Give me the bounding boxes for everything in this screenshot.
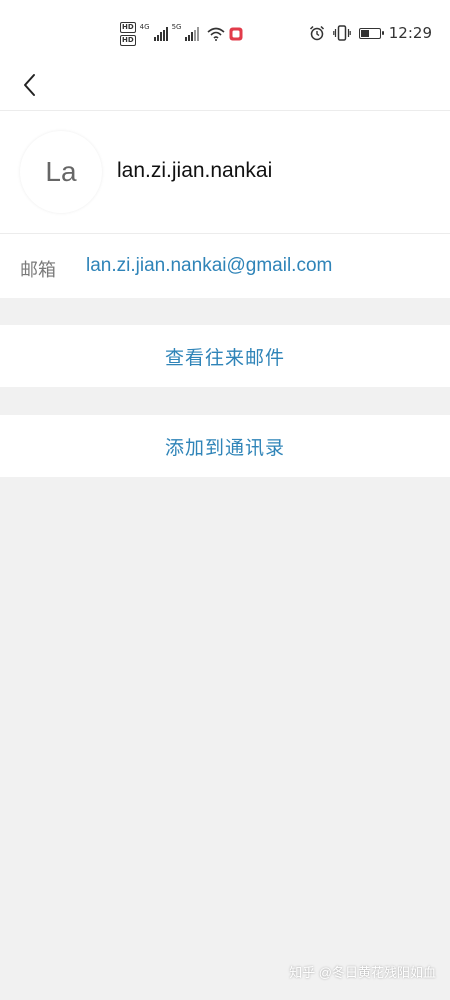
view-email-history-button[interactable]: 查看往来邮件 (0, 325, 450, 387)
hd-badge: HD (120, 35, 136, 46)
contact-detail-screen: HD HD 4G 5G 12:29 La lan.zi.jian.nankai … (0, 0, 450, 1000)
top-app-bar (0, 60, 450, 111)
add-to-contacts-label: 添加到通讯录 (164, 437, 285, 459)
status-time: 12:29 (388, 24, 432, 42)
notification-icon (229, 27, 243, 41)
email-row: 邮箱 lan.zi.jian.nankai@gmail.com (0, 234, 450, 298)
vibrate-icon (332, 25, 351, 41)
add-to-contacts-button[interactable]: 添加到通讯录 (0, 415, 450, 477)
avatar-initials: La (45, 156, 77, 187)
battery-icon (358, 27, 384, 39)
signal-icon (153, 27, 168, 41)
network-type-label: 4G (139, 23, 150, 31)
status-bar: HD HD 4G 5G 12:29 (0, 0, 450, 60)
status-left-group: HD HD 4G 5G (120, 20, 243, 48)
hd-badges: HD HD (120, 22, 136, 46)
avatar: La (20, 131, 102, 213)
contact-card: La lan.zi.jian.nankai 邮箱 lan.zi.jian.nan… (0, 111, 450, 298)
email-address-link[interactable]: lan.zi.jian.nankai@gmail.com (86, 255, 332, 277)
back-button[interactable] (10, 66, 48, 104)
contact-name: lan.zi.jian.nankai (117, 159, 273, 182)
signal-icon (185, 27, 200, 41)
alarm-icon (309, 25, 324, 41)
hd-badge: HD (120, 22, 136, 33)
chevron-left-icon (24, 74, 35, 96)
email-label: 邮箱 (20, 260, 56, 280)
status-right-group: 12:29 (309, 22, 432, 44)
view-email-history-label: 查看往来邮件 (164, 347, 285, 369)
network-type-label: 5G (171, 23, 182, 31)
watermark: 知乎 @冬日黄花残阳如血 (289, 965, 436, 980)
wifi-icon (207, 27, 225, 41)
battery-level-fill (360, 29, 370, 37)
